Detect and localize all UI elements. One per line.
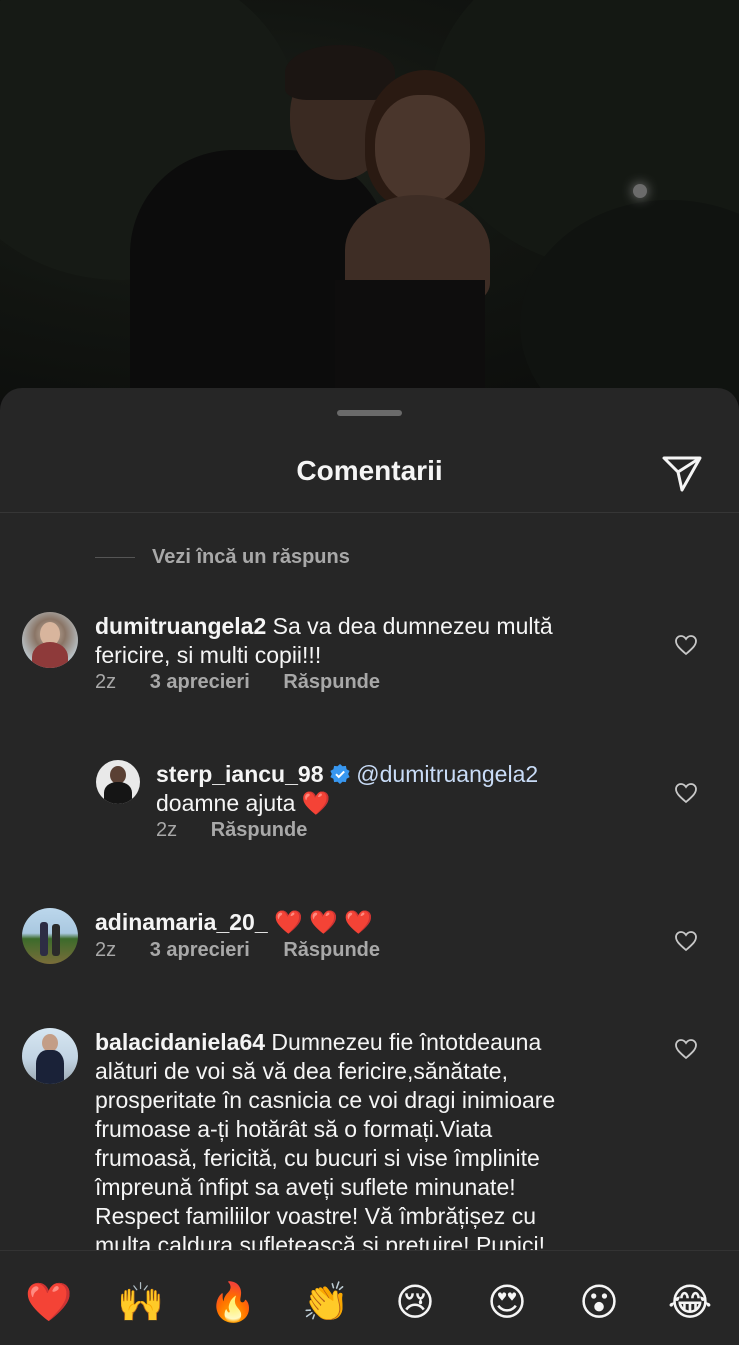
reaction-surprised[interactable]: 😮 [576, 1279, 622, 1325]
quick-reactions-bar: ❤️ 🙌 🔥 👏 😢 😍 😮 😂 [0, 1250, 739, 1345]
comment-item: balacidaniela64 Dumnezeu fie întotdeauna… [0, 1026, 739, 1258]
comment-text: dumitruangela2 Sa va dea dumnezeu multă … [95, 612, 655, 670]
comment-time: 2z [95, 939, 117, 961]
reaction-heart-eyes[interactable]: 😍 [484, 1279, 530, 1325]
post-background-photo [0, 0, 739, 400]
heart-icon[interactable] [674, 930, 698, 952]
comment-text-line: alături de voi să vă dea fericire,sănăta… [95, 1058, 508, 1084]
mention-link[interactable]: @dumitruangela2 [356, 761, 538, 787]
comment-text-line: frumoase a-ți hotărât să o formați.Viata [95, 1116, 493, 1142]
comment-meta: 2z 3 aprecieri Răspunde [95, 939, 408, 962]
reaction-fire[interactable]: 🔥 [209, 1279, 256, 1325]
header-divider [0, 512, 739, 513]
comment-username[interactable]: adinamaria_20_ [95, 909, 268, 935]
heart-emoji: ❤️ [301, 790, 331, 816]
reply-item: sterp_iancu_98 @dumitruangela2 doamne aj… [0, 758, 739, 868]
comment-username[interactable]: sterp_iancu_98 [156, 761, 323, 787]
comment-text-line: împreună înfipt sa aveți suflete minunat… [95, 1174, 516, 1200]
reaction-raised-hands[interactable]: 🙌 [117, 1279, 164, 1325]
heart-icon[interactable] [674, 634, 698, 656]
verified-badge-icon [330, 764, 350, 784]
comment-text-line: Respect familiilor voastre! Vă îmbrățișe… [95, 1203, 536, 1229]
view-more-replies[interactable]: Vezi încă un răspuns [95, 546, 350, 569]
avatar[interactable] [22, 1028, 78, 1084]
heart-icon[interactable] [674, 1038, 698, 1060]
avatar[interactable] [22, 612, 78, 668]
comment-text-line: frumoasă, fericită, cu bucuri si vise îm… [95, 1145, 540, 1171]
paper-plane-icon[interactable] [660, 452, 704, 494]
reaction-clap[interactable]: 👏 [302, 1279, 349, 1325]
heart-icon[interactable] [674, 782, 698, 804]
comment-text: adinamaria_20_ ❤️ ❤️ ❤️ [95, 908, 655, 937]
comment-time: 2z [156, 819, 178, 841]
comment-item: dumitruangela2 Sa va dea dumnezeu multă … [0, 610, 739, 720]
comment-text-line: Dumnezeu fie întotdeauna [265, 1029, 542, 1055]
comment-likes[interactable]: 3 aprecieri [150, 671, 250, 693]
comment-text-line: fericire, si multi copii!!! [95, 642, 322, 668]
comment-text-line: doamne ajuta [156, 790, 302, 816]
comment-time: 2z [95, 671, 117, 693]
view-more-line [95, 557, 135, 558]
comment-meta: 2z Răspunde [156, 819, 335, 842]
comment-text-line: prosperitate în casnicia ce voi dragi in… [95, 1087, 556, 1113]
comment-text-line: Sa va dea dumnezeu multă [266, 613, 553, 639]
comment-meta: 2z 3 aprecieri Răspunde [95, 671, 408, 694]
view-more-label: Vezi încă un răspuns [152, 546, 350, 568]
comment-text: sterp_iancu_98 @dumitruangela2 doamne aj… [156, 760, 656, 818]
comment-likes[interactable]: 3 aprecieri [150, 939, 250, 961]
avatar[interactable] [96, 760, 140, 804]
comment-username[interactable]: dumitruangela2 [95, 613, 266, 639]
heart-emojis: ❤️ ❤️ ❤️ [274, 909, 373, 935]
reaction-laughing[interactable]: 😂 [667, 1279, 713, 1325]
reply-button[interactable]: Răspunde [283, 939, 380, 961]
reply-button[interactable]: Răspunde [283, 671, 380, 693]
comment-text: balacidaniela64 Dumnezeu fie întotdeauna… [95, 1028, 665, 1260]
drag-handle[interactable] [337, 410, 402, 416]
sheet-title: Comentarii [296, 455, 443, 486]
avatar[interactable] [22, 908, 78, 964]
reaction-crying[interactable]: 😢 [392, 1279, 438, 1325]
reply-button[interactable]: Răspunde [211, 819, 308, 841]
reaction-heart[interactable]: ❤️ [25, 1279, 72, 1325]
comment-username[interactable]: balacidaniela64 [95, 1029, 265, 1055]
comment-item: adinamaria_20_ ❤️ ❤️ ❤️ 2z 3 aprecieri R… [0, 906, 739, 986]
comments-sheet: Comentarii Vezi încă un răspuns dumitrua… [0, 388, 739, 1344]
